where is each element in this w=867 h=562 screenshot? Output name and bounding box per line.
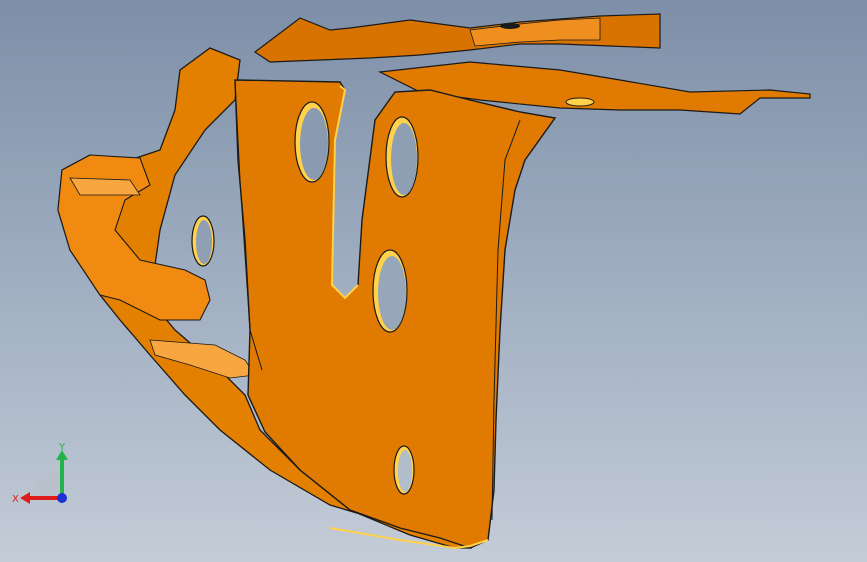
3d-viewport[interactable]: X Y (0, 0, 867, 562)
hole-5-through (398, 450, 412, 492)
x-axis-label: X (12, 494, 19, 505)
hole-2-through (391, 123, 417, 195)
y-axis-label: Y (58, 442, 66, 453)
z-axis-dot (57, 493, 67, 503)
triad-quadrant (32, 468, 62, 498)
flange-hole-top (500, 23, 520, 29)
hole-1-through (300, 108, 328, 180)
x-axis-head (20, 492, 30, 504)
sheet-metal-bracket-model[interactable] (0, 0, 867, 562)
hole-3-through (378, 256, 406, 330)
axis-triad: X Y (12, 442, 68, 505)
hole-4-through (196, 220, 212, 264)
flange-hole-right (565, 97, 595, 107)
bead-highlight (69, 177, 141, 196)
